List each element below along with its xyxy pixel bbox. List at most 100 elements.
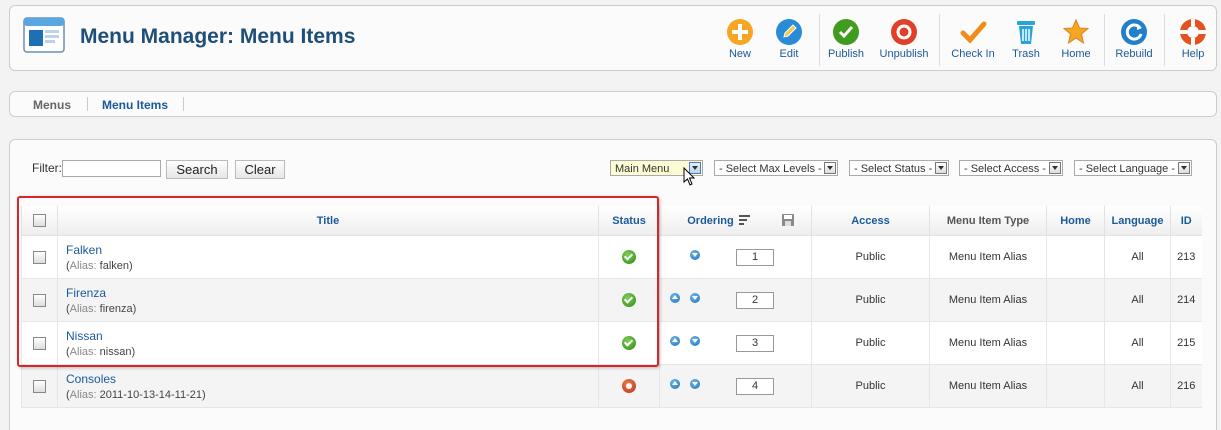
edit-button[interactable]: Edit	[761, 12, 817, 66]
edit-icon	[775, 18, 803, 46]
toolbar-box: Menu Manager: Menu Items New Edit Publis…	[9, 5, 1217, 71]
table-header-row: Title Status Ordering Access Menu Item T…	[21, 206, 1202, 236]
toolbar-divider	[939, 14, 940, 66]
chevron-down-icon	[824, 162, 836, 174]
item-alias: (Alias: firenza)	[66, 302, 137, 315]
item-title-link[interactable]: Falken	[66, 243, 598, 257]
submenu-menus-link[interactable]: Menus	[33, 98, 71, 112]
rebuild-button[interactable]: Rebuild	[1106, 12, 1162, 66]
id-cell: 215	[1170, 321, 1202, 365]
language-cell: All	[1104, 278, 1171, 322]
published-status-icon[interactable]	[622, 336, 636, 350]
publish-icon	[832, 18, 860, 46]
unpublish-label: Unpublish	[879, 48, 929, 60]
page-title: Menu Manager: Menu Items	[80, 25, 356, 48]
check-in-button[interactable]: Check In	[945, 12, 1001, 66]
move-up-icon[interactable]	[670, 293, 680, 303]
title-cell: Consoles (Alias: 2011-10-13-14-11-21)	[57, 364, 599, 408]
status-select[interactable]: - Select Status -	[849, 160, 949, 176]
submenu-divider	[87, 97, 88, 111]
move-up-icon[interactable]	[670, 336, 680, 346]
new-button[interactable]: New	[712, 12, 768, 66]
submenu-menu-items-link[interactable]: Menu Items	[102, 98, 168, 112]
row-checkbox[interactable]	[33, 379, 46, 393]
home-star-icon	[1062, 18, 1090, 46]
id-header[interactable]: ID	[1170, 206, 1202, 236]
status-cell	[598, 278, 660, 322]
menu-item-type-header[interactable]: Menu Item Type	[929, 206, 1047, 236]
home-button[interactable]: Home	[1048, 12, 1104, 66]
language-header[interactable]: Language	[1104, 206, 1171, 236]
menu-item-type-cell: Menu Item Alias	[929, 235, 1047, 279]
trash-button[interactable]: Trash	[998, 12, 1054, 66]
unpublish-button[interactable]: Unpublish	[876, 12, 932, 66]
menu-item-type-cell: Menu Item Alias	[929, 364, 1047, 408]
move-up-icon[interactable]	[670, 379, 680, 389]
table-row: Consoles (Alias: 2011-10-13-14-11-21) 4 …	[21, 364, 1202, 408]
access-cell: Public	[811, 235, 930, 279]
order-input[interactable]: 2	[736, 292, 774, 309]
row-checkbox[interactable]	[33, 336, 46, 350]
ordering-cell: 1	[659, 235, 812, 279]
ordering-cell: 2	[659, 278, 812, 322]
row-checkbox[interactable]	[33, 250, 46, 264]
id-cell: 213	[1170, 235, 1202, 279]
select-all-checkbox[interactable]	[33, 214, 46, 227]
item-title-link[interactable]: Nissan	[66, 329, 598, 343]
access-header[interactable]: Access	[811, 206, 930, 236]
language-select[interactable]: - Select Language -	[1074, 160, 1192, 176]
edit-label: Edit	[779, 48, 799, 60]
filter-search-input[interactable]	[62, 160, 161, 177]
rebuild-label: Rebuild	[1115, 48, 1153, 60]
menu-item-type-cell: Menu Item Alias	[929, 278, 1047, 322]
row-checkbox[interactable]	[33, 293, 46, 307]
title-header[interactable]: Title	[57, 206, 599, 236]
access-select[interactable]: - Select Access -	[959, 160, 1063, 176]
move-down-icon[interactable]	[690, 293, 700, 303]
rebuild-icon	[1120, 18, 1148, 46]
title-cell: Falken (Alias: falken)	[57, 235, 599, 279]
item-title-link[interactable]: Consoles	[66, 372, 598, 386]
item-title-link[interactable]: Firenza	[66, 286, 598, 300]
ordering-cell: 3	[659, 321, 812, 365]
item-alias: (Alias: falken)	[66, 259, 133, 272]
publish-label: Publish	[827, 48, 865, 60]
order-input[interactable]: 4	[736, 378, 774, 395]
max-levels-select-value: - Select Max Levels -	[719, 163, 822, 175]
help-label: Help	[1181, 48, 1205, 60]
move-down-icon[interactable]	[690, 250, 700, 260]
item-alias: (Alias: 2011-10-13-14-11-21)	[66, 388, 206, 401]
ordering-cell: 4	[659, 364, 812, 408]
chevron-down-icon	[1049, 162, 1061, 174]
status-cell	[598, 321, 660, 365]
table-row: Falken (Alias: falken) 1 Public Menu Ite…	[21, 235, 1202, 279]
trash-icon	[1012, 18, 1040, 46]
submenu-divider	[183, 97, 184, 111]
save-order-icon[interactable]	[782, 214, 794, 226]
help-button[interactable]: Help	[1165, 12, 1221, 66]
help-lifebuoy-icon	[1179, 18, 1207, 46]
ordering-header-label[interactable]: Ordering	[687, 215, 733, 227]
menu-select-value: Main Menu	[615, 163, 670, 175]
order-input[interactable]: 3	[736, 335, 774, 352]
access-cell: Public	[811, 321, 930, 365]
published-status-icon[interactable]	[622, 293, 636, 307]
sort-order-icon[interactable]	[738, 215, 750, 225]
home-cell	[1046, 278, 1105, 322]
status-header[interactable]: Status	[598, 206, 660, 236]
home-header[interactable]: Home	[1046, 206, 1105, 236]
search-button[interactable]: Search	[166, 160, 228, 179]
check-in-label: Check In	[951, 48, 995, 60]
clear-button[interactable]: Clear	[235, 160, 285, 179]
id-cell: 216	[1170, 364, 1202, 408]
status-cell	[598, 235, 660, 279]
table-row: Nissan (Alias: nissan) 3 Public Menu Ite…	[21, 321, 1202, 365]
order-input[interactable]: 1	[736, 249, 774, 266]
max-levels-select[interactable]: - Select Max Levels -	[714, 160, 838, 176]
move-down-icon[interactable]	[690, 336, 700, 346]
published-status-icon[interactable]	[622, 250, 636, 264]
unpublished-status-icon[interactable]	[622, 379, 636, 393]
publish-button[interactable]: Publish	[818, 12, 874, 66]
move-down-icon[interactable]	[690, 379, 700, 389]
ordering-header: Ordering	[659, 206, 812, 236]
